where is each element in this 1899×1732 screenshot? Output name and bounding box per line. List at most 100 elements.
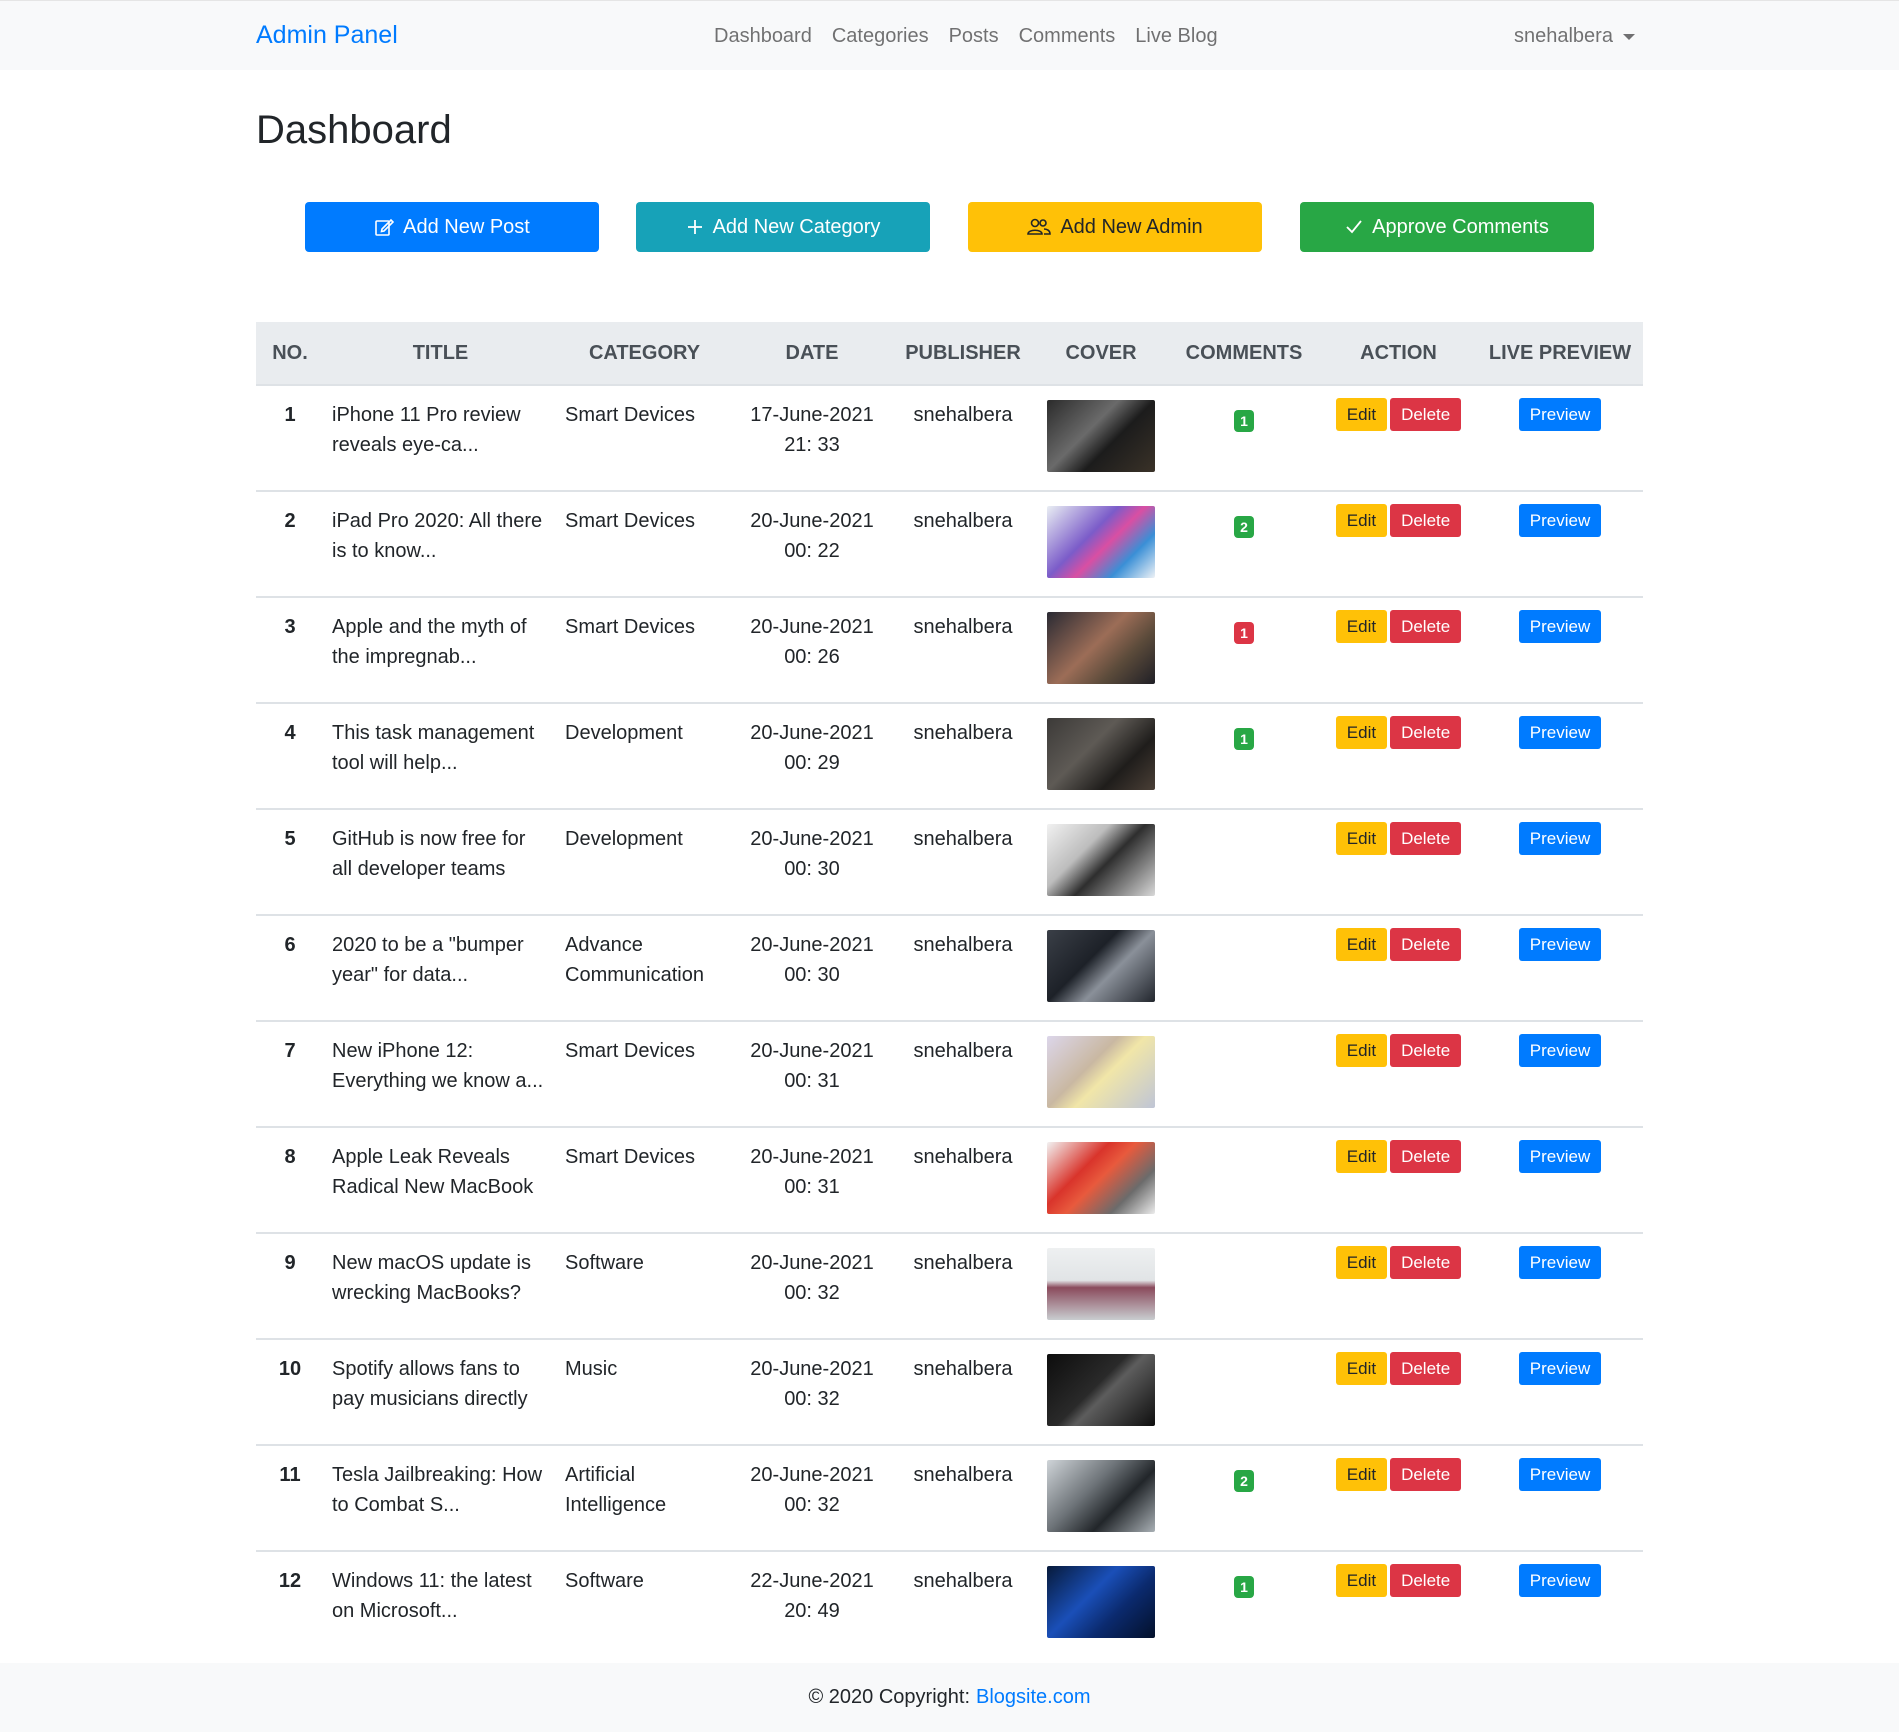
edit-button[interactable]: Edit	[1335, 504, 1388, 537]
edit-button[interactable]: Edit	[1335, 822, 1388, 855]
cell-action: Edit Delete	[1320, 1232, 1477, 1339]
edit-button[interactable]: Edit	[1335, 610, 1388, 643]
cell-title: Windows 11: the latest on Microsoft...	[324, 1550, 557, 1656]
delete-button[interactable]: Delete	[1390, 1034, 1462, 1067]
preview-button[interactable]: Preview	[1518, 398, 1602, 431]
posts-table: NO. TITLE CATEGORY DATE PUBLISHER COVER …	[256, 322, 1643, 1656]
delete-button[interactable]: Delete	[1390, 1352, 1462, 1385]
cell-comments	[1168, 1020, 1320, 1127]
preview-button[interactable]: Preview	[1518, 1352, 1602, 1385]
cell-category: Advance Communication	[557, 914, 732, 1021]
cell-comments: 1	[1168, 596, 1320, 703]
header-comments: COMMENTS	[1168, 322, 1320, 386]
delete-button[interactable]: Delete	[1390, 1140, 1462, 1173]
time-text: 00: 30	[784, 858, 840, 880]
cell-live-preview: Preview	[1477, 914, 1643, 1021]
cell-no: 8	[256, 1126, 324, 1233]
cell-action: Edit Delete	[1320, 385, 1477, 491]
delete-button[interactable]: Delete	[1390, 716, 1462, 749]
nav-link-posts[interactable]: Posts	[949, 25, 999, 48]
preview-button[interactable]: Preview	[1518, 504, 1602, 537]
table-body: 1 iPhone 11 Pro review reveals eye-ca... S…	[256, 385, 1643, 1656]
page-title: Dashboard	[256, 108, 452, 152]
cell-cover	[1034, 1444, 1168, 1551]
time-text: 00: 32	[784, 1282, 840, 1304]
delete-button[interactable]: Delete	[1390, 1246, 1462, 1279]
edit-button[interactable]: Edit	[1335, 1458, 1388, 1491]
cell-live-preview: Preview	[1477, 1338, 1643, 1445]
add-new-post-button[interactable]: Add New Post	[305, 202, 599, 252]
cell-publisher: snehalbera	[892, 1232, 1034, 1339]
cell-publisher: snehalbera	[892, 702, 1034, 809]
date-text: 20-June-2021	[750, 1358, 874, 1380]
delete-button[interactable]: Delete	[1390, 1458, 1462, 1491]
cover-thumbnail	[1047, 400, 1155, 472]
edit-button[interactable]: Edit	[1335, 1140, 1388, 1173]
preview-button[interactable]: Preview	[1518, 1140, 1602, 1173]
cell-publisher: snehalbera	[892, 1126, 1034, 1233]
preview-button[interactable]: Preview	[1518, 1564, 1602, 1597]
user-menu-dropdown[interactable]: snehalbera	[1514, 25, 1635, 48]
cell-category: Music	[557, 1338, 732, 1445]
preview-button[interactable]: Preview	[1518, 1246, 1602, 1279]
nav-link-live-blog[interactable]: Live Blog	[1135, 25, 1217, 48]
cell-comments: 1	[1168, 1550, 1320, 1656]
time-text: 00: 30	[784, 964, 840, 986]
edit-button[interactable]: Edit	[1335, 1352, 1388, 1385]
table-row: 5 GitHub is now free for all developer te…	[256, 808, 1643, 915]
delete-button[interactable]: Delete	[1390, 822, 1462, 855]
time-text: 00: 31	[784, 1176, 840, 1198]
table-row: 4 This task management tool will help... D…	[256, 702, 1643, 809]
cover-thumbnail	[1047, 1460, 1155, 1532]
edit-button[interactable]: Edit	[1335, 398, 1388, 431]
cell-comments	[1168, 1232, 1320, 1339]
preview-button[interactable]: Preview	[1518, 716, 1602, 749]
cell-action: Edit Delete	[1320, 596, 1477, 703]
brand-link[interactable]: Admin Panel	[256, 21, 398, 50]
nav-link-categories[interactable]: Categories	[832, 25, 929, 48]
footer-link[interactable]: Blogsite.com	[976, 1686, 1091, 1709]
header-category: CATEGORY	[557, 322, 732, 386]
table-header-row: NO. TITLE CATEGORY DATE PUBLISHER COVER …	[256, 322, 1643, 386]
approve-comments-button[interactable]: Approve Comments	[1300, 202, 1594, 252]
cover-thumbnail	[1047, 1248, 1155, 1320]
cell-title: Spotify allows fans to pay musicians dir…	[324, 1338, 557, 1445]
nav-link-dashboard[interactable]: Dashboard	[714, 25, 812, 48]
add-new-admin-button[interactable]: Add New Admin	[968, 202, 1262, 252]
header-title: TITLE	[324, 322, 557, 386]
edit-button[interactable]: Edit	[1335, 716, 1388, 749]
delete-button[interactable]: Delete	[1390, 504, 1462, 537]
cell-no: 1	[284, 404, 296, 426]
preview-button[interactable]: Preview	[1518, 1034, 1602, 1067]
nav-links: Dashboard Categories Posts Comments Live…	[714, 25, 1218, 48]
preview-button[interactable]: Preview	[1518, 610, 1602, 643]
cell-category: Smart Devices	[557, 490, 732, 597]
delete-button[interactable]: Delete	[1390, 398, 1462, 431]
cover-thumbnail	[1047, 718, 1155, 790]
nav-link-comments[interactable]: Comments	[1019, 25, 1116, 48]
cell-title: New macOS update is wrecking MacBooks?	[324, 1232, 557, 1339]
edit-button[interactable]: Edit	[1335, 1246, 1388, 1279]
preview-button[interactable]: Preview	[1518, 1458, 1602, 1491]
add-new-category-button[interactable]: Add New Category	[636, 202, 930, 252]
edit-button[interactable]: Edit	[1335, 1564, 1388, 1597]
cell-publisher: snehalbera	[892, 1550, 1034, 1656]
preview-button[interactable]: Preview	[1518, 822, 1602, 855]
table-row: 10 Spotify allows fans to pay musicians d…	[256, 1338, 1643, 1445]
cell-comments: 2	[1168, 1444, 1320, 1551]
preview-button[interactable]: Preview	[1518, 928, 1602, 961]
delete-button[interactable]: Delete	[1390, 928, 1462, 961]
cell-comments	[1168, 808, 1320, 915]
table-row: 11 Tesla Jailbreaking: How to Combat S...…	[256, 1444, 1643, 1551]
edit-button[interactable]: Edit	[1335, 928, 1388, 961]
cell-no: 3	[256, 596, 324, 703]
cell-cover	[1034, 490, 1168, 597]
edit-button[interactable]: Edit	[1335, 1034, 1388, 1067]
comment-count-badge: 2	[1234, 1470, 1254, 1492]
comment-count-badge: 1	[1234, 410, 1254, 432]
delete-button[interactable]: Delete	[1390, 610, 1462, 643]
delete-button[interactable]: Delete	[1390, 1564, 1462, 1597]
cell-no: 11	[256, 1444, 324, 1551]
cell-date: 20-June-2021 00: 26	[732, 596, 892, 703]
cell-action: Edit Delete	[1320, 808, 1477, 915]
